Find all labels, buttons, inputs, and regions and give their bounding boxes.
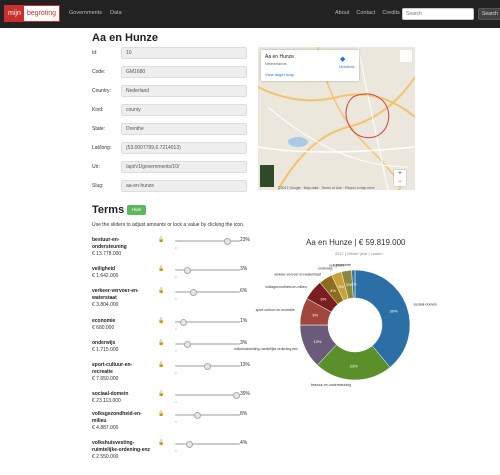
pie-slice-label: 1% bbox=[351, 282, 357, 287]
pie-slice-label: 6% bbox=[321, 296, 327, 301]
pie-slice-name: sport-cultuur-en-recreatie bbox=[256, 308, 295, 312]
pie-slice-name: sociaal-domein bbox=[413, 303, 437, 307]
pie-slice-name: volkshuisvesting-ruimtelijke-ordening-en… bbox=[234, 347, 298, 351]
pie-slice-name: bestuur-en-ondersteuning bbox=[311, 383, 351, 387]
pie-slice-label: 39% bbox=[390, 309, 398, 314]
pie-slice-label: 13% bbox=[313, 339, 321, 344]
pie-chart: 39% sociaal-domein 23% bestuur-en-ondersteu… bbox=[234, 263, 437, 387]
pie-slice-label: 23% bbox=[350, 363, 358, 368]
pie-slice-name: verkeer-vervoer-en-waterstaat bbox=[274, 272, 321, 276]
pie-slice-label: 3% bbox=[338, 284, 344, 289]
pie-slice-label: 8% bbox=[312, 312, 318, 317]
pie-slice-name: economie bbox=[336, 263, 351, 267]
pie-slice-label: 4% bbox=[330, 288, 336, 293]
pie-slice-name: volksgezondheid-en-milieu bbox=[265, 285, 306, 289]
